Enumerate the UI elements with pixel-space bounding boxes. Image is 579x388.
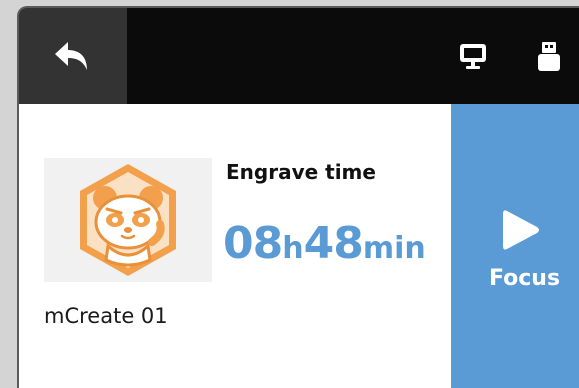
focus-label: Focus [489,266,561,291]
engrave-hours-unit: h [282,231,304,266]
panda-logo [80,164,176,276]
back-button[interactable] [19,8,127,104]
device-screen: mCreate 01 Engrave time 08h48min Focus [17,6,579,388]
engrave-time-value: 08h48min [223,218,426,269]
engrave-minutes: 48 [303,218,364,269]
job-panel: mCreate 01 Engrave time 08h48min Focus [19,104,579,388]
engrave-time-label: Engrave time [226,160,376,184]
back-arrow-icon [55,42,87,70]
monitor-icon [460,44,486,69]
usb-button[interactable] [533,40,565,72]
engrave-minutes-unit: min [362,231,426,266]
engrave-hours: 08 [223,218,283,269]
focus-button[interactable]: Focus [451,104,579,388]
job-thumbnail[interactable] [44,158,212,282]
top-bar [19,8,579,104]
monitor-button[interactable] [457,40,489,72]
usb-drive-icon [538,42,560,71]
job-filename: mCreate 01 [44,304,168,328]
play-icon [503,210,539,250]
